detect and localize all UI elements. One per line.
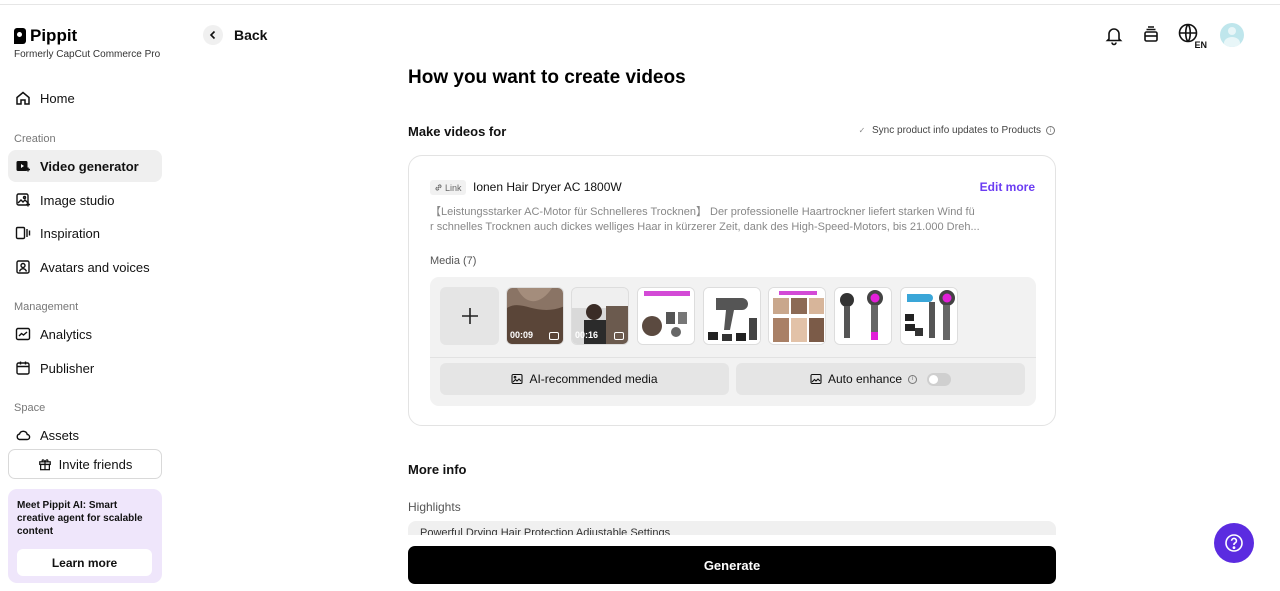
chevron-left-icon: [203, 25, 223, 45]
video-badge-icon: [614, 332, 624, 340]
more-info-heading: More info: [408, 462, 467, 477]
add-media-button[interactable]: [440, 287, 499, 345]
product-image-infographic: [638, 288, 694, 344]
highlights-field[interactable]: Powerful Drying Hair Protection Adjustab…: [408, 521, 1056, 535]
product-description: 【Leistungsstarker AC-Motor für Schneller…: [430, 205, 1036, 235]
media-thumbnail-video[interactable]: 00:16: [571, 287, 629, 345]
sidebar-item-label: Video generator: [40, 158, 139, 174]
page-title: How you want to create videos: [408, 67, 686, 88]
product-image-dryer-set: [704, 288, 760, 344]
link-tag-label: Link: [445, 182, 462, 193]
video-duration: 00:16: [575, 330, 599, 340]
top-divider: [0, 4, 1280, 5]
sidebar-item-label: Image studio: [40, 192, 115, 208]
avatar-icon: [16, 260, 30, 274]
image-studio-icon: [16, 193, 30, 207]
sidebar-item-analytics[interactable]: Analytics: [8, 318, 162, 350]
section-label-space: Space: [14, 402, 46, 414]
media-thumbnail-video[interactable]: 00:09: [506, 287, 564, 345]
video-duration: 00:09: [510, 330, 534, 340]
learn-more-button[interactable]: Learn more: [17, 549, 152, 576]
sidebar-item-label: Inspiration: [40, 225, 100, 241]
calendar-icon: [16, 361, 30, 375]
inspiration-icon: [15, 226, 31, 240]
description-line: 【Leistungsstarker AC-Motor für Schneller…: [430, 206, 975, 218]
sidebar: Pippit Formerly CapCut Commerce Pro Home…: [0, 0, 170, 591]
gift-icon: [38, 459, 51, 471]
section-label-management: Management: [14, 301, 79, 313]
media-thumbnail-image[interactable]: [703, 287, 761, 345]
language-selector[interactable]: EN: [1177, 22, 1207, 50]
brand-name: Pippit: [30, 26, 78, 45]
invite-friends-button[interactable]: Invite friends: [8, 449, 162, 479]
product-image-dryer-attachments: [901, 288, 957, 344]
pippit-ai-promo: Meet Pippit AI: Smart creative agent for…: [8, 489, 162, 583]
video-generator-icon: [16, 161, 30, 172]
sidebar-item-assets[interactable]: Assets: [8, 419, 162, 451]
enhance-image-icon: [810, 373, 822, 385]
sync-product-info-checkbox[interactable]: ✓ Sync product info updates to Products …: [857, 125, 1055, 136]
media-divider: [430, 357, 1036, 358]
sync-label: Sync product info updates to Products: [872, 125, 1041, 136]
sidebar-item-label: Avatars and voices: [40, 259, 150, 275]
edit-more-link[interactable]: Edit more: [980, 180, 1035, 194]
media-thumbnail-image[interactable]: [900, 287, 958, 345]
description-line: r schnelles Trocknen auch dickes wellige…: [430, 221, 980, 233]
help-button[interactable]: [1214, 523, 1254, 563]
sidebar-item-label: Publisher: [40, 360, 95, 376]
sidebar-item-label: Assets: [40, 427, 80, 443]
media-thumbnail-image[interactable]: [637, 287, 695, 345]
link-tag: Link: [430, 180, 466, 195]
sidebar-item-video-generator[interactable]: Video generator: [8, 150, 162, 182]
media-panel: 00:09 00:16 AI-recommended media Auto en…: [430, 277, 1036, 406]
cloud-icon: [16, 430, 31, 441]
image-ai-icon: [511, 373, 524, 385]
ai-recommended-media-button[interactable]: AI-recommended media: [440, 363, 729, 395]
media-thumbnail-image[interactable]: [768, 287, 826, 345]
sidebar-item-label: Analytics: [40, 326, 93, 342]
make-videos-for-heading: Make videos for: [408, 124, 507, 139]
plus-icon: [461, 308, 478, 324]
product-name: Ionen Hair Dryer AC 1800W: [473, 180, 622, 194]
promo-text: Meet Pippit AI: Smart creative agent for…: [17, 500, 143, 537]
product-image-dryer-pink: [835, 288, 891, 344]
sidebar-item-publisher[interactable]: Publisher: [8, 352, 162, 384]
layers-icon[interactable]: [1140, 24, 1162, 46]
product-card: Link Ionen Hair Dryer AC 1800W Edit more…: [408, 155, 1056, 426]
invite-friends-label: Invite friends: [58, 456, 133, 472]
check-icon: ✓: [858, 126, 866, 135]
home-icon: [16, 91, 30, 105]
auto-enhance-toggle[interactable]: [927, 372, 952, 386]
section-label-creation: Creation: [14, 133, 56, 145]
info-icon[interactable]: i: [1046, 126, 1055, 135]
back-button[interactable]: Back: [203, 25, 267, 45]
back-label: Back: [234, 27, 268, 43]
media-count-label: Media (7): [430, 255, 477, 267]
sidebar-item-home[interactable]: Home: [8, 82, 162, 114]
language-code: EN: [1194, 40, 1207, 50]
analytics-icon: [15, 327, 31, 341]
auto-enhance-control[interactable]: Auto enhance i: [736, 363, 1025, 395]
top-toolbar: EN: [1103, 22, 1244, 50]
video-badge-icon: [549, 332, 559, 340]
generate-button[interactable]: Generate: [408, 546, 1056, 584]
sidebar-item-inspiration[interactable]: Inspiration: [8, 217, 162, 249]
product-image-collage: [769, 288, 825, 344]
highlights-value: Powerful Drying Hair Protection Adjustab…: [420, 527, 671, 535]
link-icon: [435, 184, 442, 191]
ai-recommended-media-label: AI-recommended media: [529, 372, 658, 386]
auto-enhance-label: Auto enhance: [827, 372, 903, 386]
highlights-label: Highlights: [408, 500, 461, 514]
user-avatar[interactable]: [1220, 23, 1244, 47]
sidebar-item-avatars-and-voices[interactable]: Avatars and voices: [8, 251, 162, 283]
brand-subtitle: Formerly CapCut Commerce Pro: [14, 49, 161, 60]
info-icon[interactable]: i: [908, 374, 918, 384]
bell-icon[interactable]: [1103, 24, 1125, 46]
pippit-logo-icon: [14, 28, 26, 44]
brand-logo[interactable]: Pippit: [14, 26, 77, 46]
media-thumbnail-image[interactable]: [834, 287, 892, 345]
sidebar-item-label: Home: [40, 90, 75, 106]
sidebar-item-image-studio[interactable]: Image studio: [8, 184, 162, 216]
question-icon: [1225, 534, 1243, 552]
